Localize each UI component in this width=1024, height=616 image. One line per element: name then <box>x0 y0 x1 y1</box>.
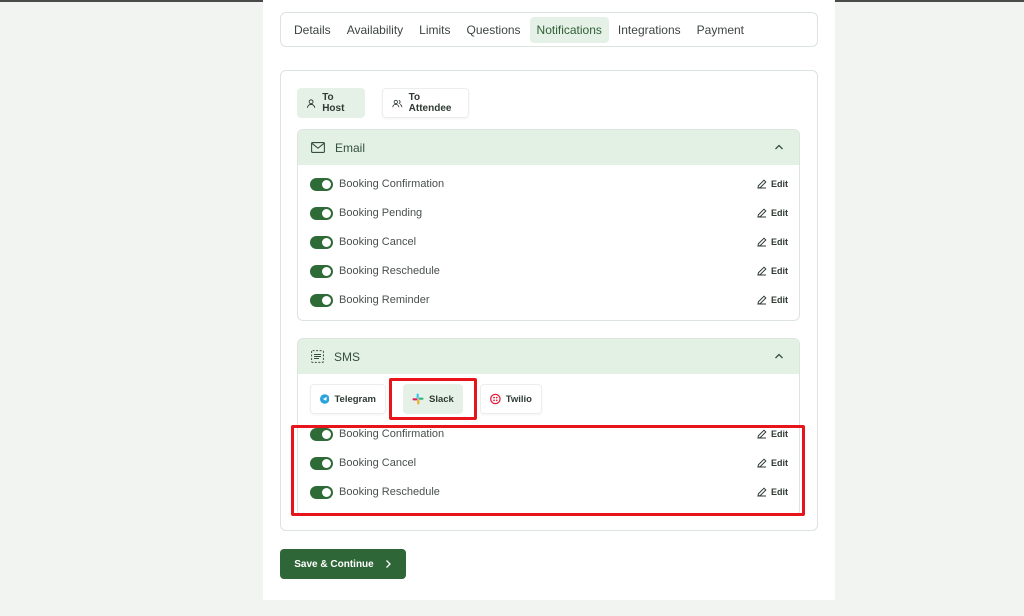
twilio-icon <box>490 393 501 405</box>
chevron-up-icon[interactable] <box>773 350 785 362</box>
email-row-booking-cancel: Booking Cancel Edit <box>310 232 788 252</box>
toggle-switch[interactable] <box>310 177 333 191</box>
email-row-booking-reschedule: Booking Reschedule Edit <box>310 261 788 281</box>
to-attendee-label: To Attendee <box>408 92 452 114</box>
settings-tabs: Details Availability Limits Questions No… <box>280 12 818 47</box>
provider-label: Telegram <box>334 393 376 405</box>
tab-questions[interactable]: Questions <box>460 17 528 43</box>
toggle-switch[interactable] <box>310 485 333 499</box>
pencil-icon <box>757 237 767 247</box>
provider-label: Twilio <box>505 393 532 405</box>
notification-label: Booking Confirmation <box>339 178 445 190</box>
sms-row-booking-confirmation: Booking Confirmation Edit <box>310 424 788 444</box>
to-host-label: To Host <box>322 92 345 114</box>
chevron-right-icon <box>385 560 391 568</box>
edit-label: Edit <box>771 237 788 247</box>
notification-label: Booking Cancel <box>339 457 417 469</box>
email-row-booking-reminder: Booking Reminder Edit <box>310 290 788 310</box>
edit-button[interactable]: Edit <box>757 237 788 247</box>
provider-label: Slack <box>429 393 454 405</box>
user-icon <box>307 98 316 108</box>
tab-details[interactable]: Details <box>287 17 338 43</box>
users-icon <box>392 99 403 107</box>
edit-button[interactable]: Edit <box>757 487 788 497</box>
notification-label: Booking Reschedule <box>339 265 440 277</box>
email-section-title: Email <box>335 140 366 155</box>
tab-notifications[interactable]: Notifications <box>529 16 609 43</box>
notification-label: Booking Pending <box>339 207 423 219</box>
edit-label: Edit <box>771 208 788 218</box>
sms-icon <box>311 350 324 363</box>
mail-icon <box>311 142 325 153</box>
to-attendee-button[interactable]: To Attendee <box>382 88 469 118</box>
sms-section-header[interactable]: SMS <box>298 339 799 374</box>
edit-button[interactable]: Edit <box>757 458 788 468</box>
tab-payment[interactable]: Payment <box>690 17 751 43</box>
pencil-icon <box>757 458 767 468</box>
toggle-switch[interactable] <box>310 293 333 307</box>
provider-slack[interactable]: Slack <box>403 384 463 414</box>
edit-button[interactable]: Edit <box>757 208 788 218</box>
sms-row-booking-cancel: Booking Cancel Edit <box>310 453 788 473</box>
toggle-switch[interactable] <box>310 427 333 441</box>
email-row-booking-confirmation: Booking Confirmation Edit <box>310 174 788 194</box>
email-row-booking-pending: Booking Pending Edit <box>310 203 788 223</box>
slack-icon <box>412 393 424 405</box>
provider-telegram[interactable]: Telegram <box>310 384 386 414</box>
sms-row-booking-reschedule: Booking Reschedule Edit <box>310 482 788 502</box>
toggle-switch[interactable] <box>310 456 333 470</box>
edit-button[interactable]: Edit <box>757 179 788 189</box>
save-continue-label: Save & Continue <box>294 558 374 570</box>
pencil-icon <box>757 295 767 305</box>
edit-label: Edit <box>771 458 788 468</box>
toggle-switch[interactable] <box>310 264 333 278</box>
tab-limits[interactable]: Limits <box>412 17 457 43</box>
pencil-icon <box>757 208 767 218</box>
edit-label: Edit <box>771 429 788 439</box>
notification-label: Booking Reminder <box>339 294 430 306</box>
provider-twilio[interactable]: Twilio <box>480 384 542 414</box>
tab-integrations[interactable]: Integrations <box>611 17 688 43</box>
sms-section-title: SMS <box>334 349 361 364</box>
notification-label: Booking Confirmation <box>339 428 445 440</box>
toggle-switch[interactable] <box>310 235 333 249</box>
edit-label: Edit <box>771 487 788 497</box>
edit-button[interactable]: Edit <box>757 429 788 439</box>
notification-label: Booking Reschedule <box>339 486 440 498</box>
to-host-button[interactable]: To Host <box>297 88 365 118</box>
edit-label: Edit <box>771 266 788 276</box>
chevron-up-icon[interactable] <box>773 141 785 153</box>
pencil-icon <box>757 179 767 189</box>
edit-label: Edit <box>771 179 788 189</box>
edit-button[interactable]: Edit <box>757 266 788 276</box>
save-continue-button[interactable]: Save & Continue <box>280 549 406 579</box>
email-section-header[interactable]: Email <box>298 130 799 165</box>
toggle-switch[interactable] <box>310 206 333 220</box>
telegram-icon <box>320 394 330 404</box>
notification-label: Booking Cancel <box>339 236 417 248</box>
pencil-icon <box>757 266 767 276</box>
edit-button[interactable]: Edit <box>757 295 788 305</box>
tab-availability[interactable]: Availability <box>340 17 410 43</box>
pencil-icon <box>757 429 767 439</box>
pencil-icon <box>757 487 767 497</box>
edit-label: Edit <box>771 295 788 305</box>
